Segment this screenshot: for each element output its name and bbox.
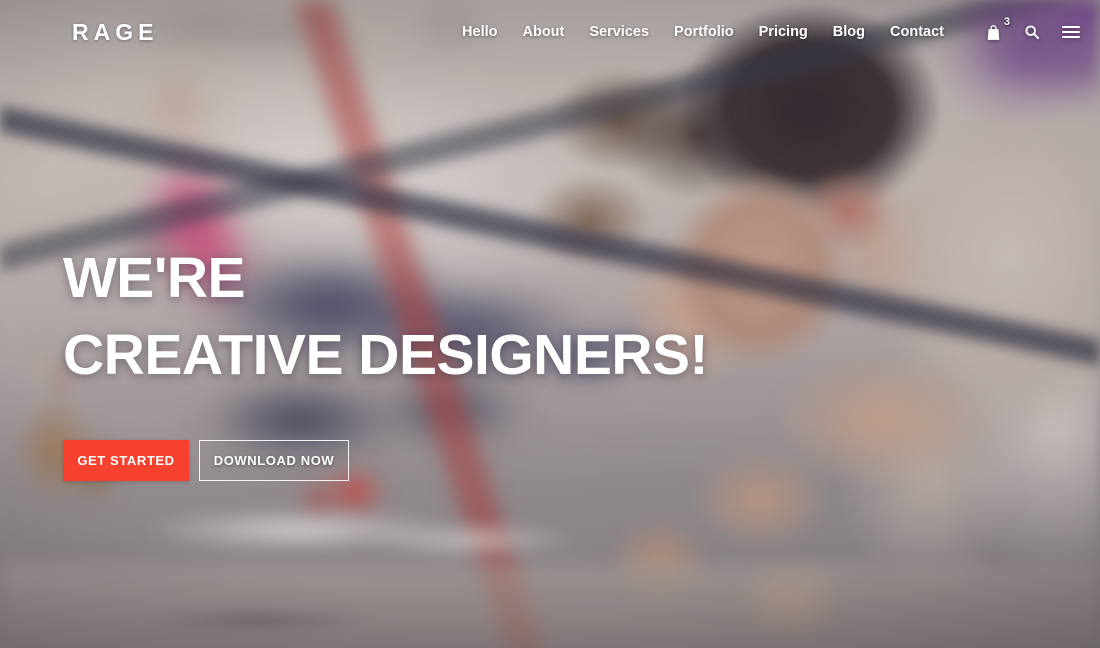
hero-headline-line-1: WE'RE	[63, 246, 246, 310]
nav-item-portfolio[interactable]: Portfolio	[674, 25, 734, 40]
main-navigation: Hello About Services Portfolio Pricing B…	[462, 16, 1080, 41]
download-now-button[interactable]: DOWNLOAD NOW	[199, 440, 349, 481]
site-header: RAGE Hello About Services Portfolio Pric…	[0, 0, 1100, 64]
nav-item-services[interactable]: Services	[589, 25, 649, 40]
hero-content: WE'RE CREATIVE DESIGNERS! GET STARTED DO…	[63, 246, 709, 481]
hero-headline-line-2: CREATIVE DESIGNERS!	[63, 323, 709, 387]
shopping-bag-icon[interactable]: 3	[985, 16, 1010, 41]
hero-section: RAGE Hello About Services Portfolio Pric…	[0, 0, 1100, 648]
hamburger-menu-icon[interactable]	[1062, 25, 1080, 39]
header-icon-group: 3	[985, 16, 1080, 41]
nav-item-blog[interactable]: Blog	[833, 25, 865, 40]
nav-item-pricing[interactable]: Pricing	[759, 25, 808, 40]
nav-item-hello[interactable]: Hello	[462, 25, 497, 40]
search-icon[interactable]	[1024, 24, 1040, 40]
get-started-button[interactable]: GET STARTED	[63, 440, 189, 481]
nav-item-about[interactable]: About	[522, 25, 564, 40]
site-logo[interactable]: RAGE	[72, 20, 158, 44]
cart-badge-count: 3	[1003, 15, 1010, 28]
nav-item-contact[interactable]: Contact	[890, 25, 944, 40]
hero-button-group: GET STARTED DOWNLOAD NOW	[63, 440, 708, 481]
